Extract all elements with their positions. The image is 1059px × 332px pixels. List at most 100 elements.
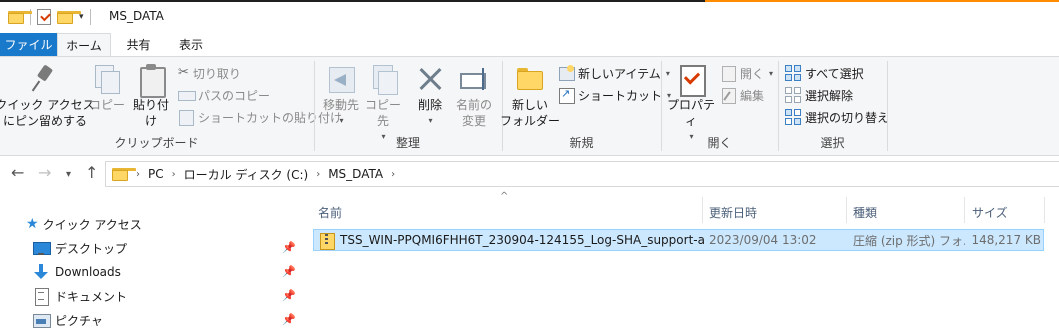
group-select: すべて選択 選択解除 選択の切り替え 選択 bbox=[779, 57, 889, 155]
nav-item-label: デスクトップ bbox=[55, 241, 128, 256]
paste-button[interactable]: 貼り付け bbox=[128, 63, 174, 129]
group-organize: 移動先 ▾ コピー先 ▾ 削除 ▾ 名前の 変更 整理 bbox=[315, 57, 501, 155]
copy-to-icon bbox=[367, 63, 399, 95]
tab-share[interactable]: 共有 bbox=[111, 33, 166, 56]
column-header-modified[interactable]: 更新日時 bbox=[709, 201, 757, 223]
group-separator bbox=[887, 61, 888, 151]
tab-file[interactable]: ファイル bbox=[0, 33, 57, 56]
pin-to-quick-access-button[interactable]: クイック アクセス にピン留めする bbox=[0, 63, 95, 129]
qat-separator bbox=[89, 9, 91, 25]
breadcrumb-ms-data[interactable]: MS_DATA bbox=[328, 167, 383, 181]
pin-icon: 📌 bbox=[282, 241, 296, 254]
pictures-icon bbox=[33, 312, 51, 328]
breadcrumb-pc[interactable]: PC bbox=[148, 167, 164, 181]
pin-to-quick-access-label: クイック アクセス にピン留めする bbox=[0, 98, 95, 128]
title-accent-orange bbox=[705, 0, 1059, 2]
delete-chevron-down-icon: ▾ bbox=[428, 116, 433, 125]
open-icon bbox=[720, 65, 736, 82]
pin-icon bbox=[29, 63, 61, 95]
breadcrumb-chevron-icon[interactable]: › bbox=[136, 169, 140, 180]
rename-button[interactable]: 名前の 変更 bbox=[453, 63, 495, 129]
group-label-open: 開く bbox=[707, 136, 732, 150]
column-header-size[interactable]: サイズ bbox=[972, 201, 1008, 223]
easy-access-label: ショートカット bbox=[578, 88, 663, 103]
move-to-button[interactable]: 移動先 ▾ bbox=[319, 63, 363, 129]
delete-x-icon bbox=[414, 63, 446, 95]
invert-selection-button[interactable]: 選択の切り替え bbox=[785, 107, 889, 127]
select-all-icon bbox=[785, 65, 801, 81]
nav-item-desktop[interactable]: デスクトップ bbox=[33, 237, 127, 259]
move-to-icon bbox=[325, 63, 357, 95]
group-label-select: 選択 bbox=[820, 136, 845, 150]
nav-item-pictures[interactable]: ピクチャ bbox=[33, 309, 103, 331]
shortcut-icon bbox=[558, 87, 575, 104]
group-label-clipboard: クリップボード bbox=[114, 136, 199, 150]
breadcrumb-chevron-icon[interactable]: › bbox=[172, 169, 176, 180]
back-arrow-icon[interactable]: ← bbox=[11, 164, 24, 182]
tab-view[interactable]: 表示 bbox=[166, 33, 216, 56]
column-separator[interactable] bbox=[702, 197, 703, 223]
nav-item-downloads[interactable]: Downloads bbox=[33, 261, 121, 283]
nav-item-label: Downloads bbox=[55, 265, 121, 279]
delete-button[interactable]: 削除 ▾ bbox=[413, 63, 447, 129]
column-separator[interactable] bbox=[846, 197, 847, 223]
easy-access-button[interactable]: ショートカット ▾ bbox=[558, 85, 671, 105]
ribbon-tabs: ファイル ホーム 共有 表示 bbox=[0, 33, 1059, 56]
forward-arrow-icon[interactable]: → bbox=[38, 164, 51, 182]
pin-icon: 📌 bbox=[282, 289, 296, 302]
properties-button[interactable]: プロパティ ▾ bbox=[664, 63, 718, 145]
folder-icon bbox=[8, 10, 32, 24]
properties-icon bbox=[675, 63, 707, 97]
file-name-cell[interactable]: TSS_WIN-PPQMI6FHH6T_230904-124155_Log-SH… bbox=[320, 230, 704, 250]
clipboard-icon bbox=[135, 63, 167, 98]
open-button[interactable]: 開く ▾ bbox=[720, 63, 773, 83]
new-item-label: 新しいアイテム bbox=[578, 66, 661, 81]
group-clipboard: クイック アクセス にピン留めする コピー 貼り付け ✂ 切り取り パスのコピー… bbox=[0, 57, 342, 155]
new-item-button[interactable]: 新しいアイテム ▾ bbox=[558, 63, 670, 83]
copy-icon bbox=[91, 63, 123, 95]
navigation-pane: ★ クイック アクセス デスクトップ 📌 Downloads 📌 ドキュメント … bbox=[0, 191, 300, 332]
desktop-icon bbox=[33, 240, 51, 256]
nav-item-label: ドキュメント bbox=[55, 289, 128, 304]
address-bar[interactable]: › PC › ローカル ディスク (C:) › MS_DATA › bbox=[105, 161, 1059, 187]
sort-ascending-icon: ^ bbox=[500, 191, 509, 202]
group-new: 新しい フォルダー 新しいアイテム ▾ ショートカット ▾ 新規 bbox=[500, 57, 671, 155]
invert-selection-label: 選択の切り替え bbox=[805, 110, 890, 125]
open-label: 開く bbox=[740, 66, 765, 81]
customize-qat-chevron-down-icon[interactable]: ▾ bbox=[79, 12, 84, 22]
tab-home[interactable]: ホーム bbox=[57, 33, 111, 56]
select-all-button[interactable]: すべて選択 bbox=[785, 63, 864, 83]
new-folder-qat-icon[interactable] bbox=[57, 10, 81, 24]
nav-item-quick-access[interactable]: ★ クイック アクセス bbox=[26, 213, 142, 235]
copy-path-label: パスのコピー bbox=[198, 88, 271, 103]
invert-selection-icon bbox=[785, 109, 801, 125]
select-none-button[interactable]: 選択解除 bbox=[785, 85, 853, 105]
column-header-type[interactable]: 種類 bbox=[853, 201, 877, 223]
new-folder-label: 新しい フォルダー bbox=[500, 98, 561, 128]
edit-button[interactable]: 編集 bbox=[720, 85, 764, 105]
table-row[interactable]: TSS_WIN-PPQMI6FHH6T_230904-124155_Log-SH… bbox=[313, 229, 1044, 251]
properties-label: プロパティ bbox=[666, 98, 715, 128]
nav-item-label: クイック アクセス bbox=[42, 217, 142, 232]
column-header-name[interactable]: 名前 bbox=[318, 201, 342, 223]
pin-icon: 📌 bbox=[282, 265, 296, 278]
file-type: 圧縮 (zip 形式) フォ... bbox=[853, 233, 965, 248]
recent-locations-chevron-down-icon[interactable]: ▾ bbox=[66, 166, 71, 184]
nav-item-documents[interactable]: ドキュメント bbox=[33, 285, 127, 307]
paste-label: 貼り付け bbox=[132, 98, 169, 128]
new-folder-button[interactable]: 新しい フォルダー bbox=[500, 63, 560, 129]
copy-path-button[interactable]: パスのコピー bbox=[178, 85, 270, 105]
pin-icon: 📌 bbox=[282, 313, 296, 326]
cut-button[interactable]: ✂ 切り取り bbox=[178, 63, 241, 83]
column-separator[interactable] bbox=[964, 197, 965, 223]
copy-to-button[interactable]: コピー先 ▾ bbox=[363, 63, 403, 145]
copy-path-icon bbox=[178, 87, 196, 103]
properties-qat-icon[interactable] bbox=[37, 9, 51, 25]
breadcrumb-chevron-icon[interactable]: › bbox=[316, 169, 320, 180]
column-separator[interactable] bbox=[1044, 197, 1045, 223]
breadcrumb-chevron-icon[interactable]: › bbox=[391, 169, 395, 180]
up-arrow-icon[interactable]: ↑ bbox=[85, 164, 98, 182]
folder-icon bbox=[112, 167, 136, 181]
breadcrumb-local-disk[interactable]: ローカル ディスク (C:) bbox=[184, 166, 309, 183]
copy-button[interactable]: コピー bbox=[88, 63, 126, 113]
